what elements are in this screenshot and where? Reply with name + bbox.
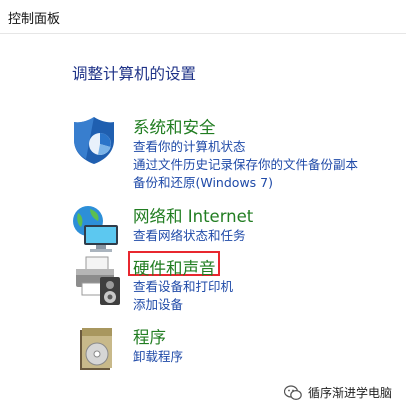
shield-icon xyxy=(74,117,114,164)
link-view-computer-status[interactable]: 查看你的计算机状态 xyxy=(133,136,246,155)
watermark-text: 循序渐进学电脑 xyxy=(307,386,392,400)
link-devices-printers[interactable]: 查看设备和打印机 xyxy=(133,276,233,295)
watermark: 循序渐进学电脑 xyxy=(283,384,392,401)
category-title[interactable]: 系统和安全 xyxy=(133,114,216,138)
link-add-device[interactable]: 添加设备 xyxy=(133,294,183,313)
link-network-status-tasks[interactable]: 查看网络状态和任务 xyxy=(133,225,246,244)
link-backup-restore[interactable]: 备份和还原(Windows 7) xyxy=(133,172,273,191)
programs-box-icon xyxy=(80,328,112,370)
printer-speaker-icon xyxy=(76,256,120,305)
window-title: 控制面板 xyxy=(8,12,61,27)
page-heading: 调整计算机的设置 xyxy=(72,65,197,83)
wechat-icon xyxy=(283,384,302,400)
link-file-history-backup[interactable]: 通过文件历史记录保存你的文件备份副本 xyxy=(133,154,358,173)
category-title[interactable]: 网络和 Internet xyxy=(133,203,253,227)
link-uninstall-program[interactable]: 卸载程序 xyxy=(133,346,183,365)
network-globe-icon xyxy=(73,206,118,252)
title-bar: 控制面板 xyxy=(0,0,406,34)
category-title[interactable]: 程序 xyxy=(133,324,166,348)
